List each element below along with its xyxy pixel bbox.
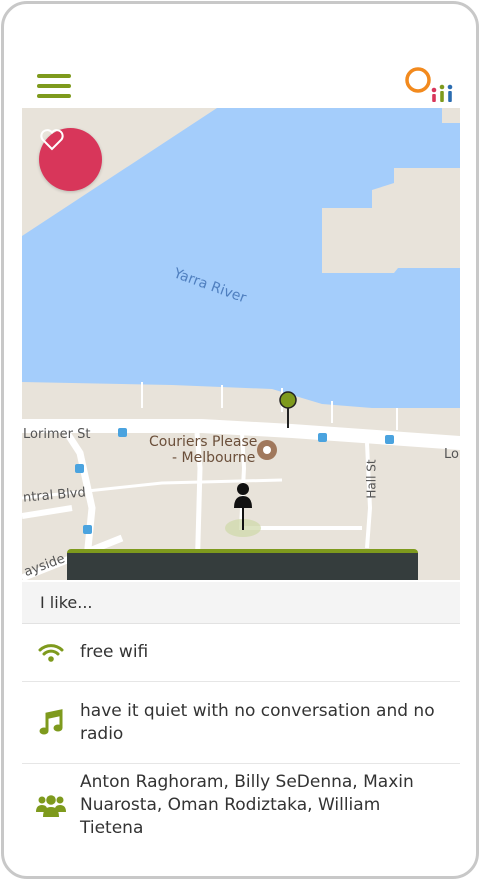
heart-icon — [40, 129, 64, 151]
map-label-lorimer-right: Lo — [444, 447, 459, 462]
top-bar — [4, 4, 476, 108]
map-label-business-1: Couriers Please — [149, 434, 258, 450]
preference-item-wifi: free wifi — [22, 624, 460, 682]
hamburger-menu-icon[interactable] — [37, 74, 73, 100]
favorite-button[interactable] — [39, 128, 102, 191]
user-location-icon — [234, 483, 252, 530]
group-icon — [22, 794, 80, 818]
preference-label: free wifi — [80, 642, 149, 662]
preference-item-quiet: have it quiet with no conversation and n… — [22, 683, 460, 764]
destination-pin-icon[interactable] — [276, 390, 300, 430]
wifi-icon — [22, 643, 80, 663]
preferences-heading: I like... — [22, 582, 460, 624]
phone-frame: Yarra River Lorimer St Lo Couriers Pleas… — [1, 1, 479, 879]
map-label-lorimer-left: Lorimer St — [23, 427, 91, 442]
preference-label: have it quiet with no conversation and n… — [80, 701, 435, 744]
map-label-hall: Hall St — [364, 459, 379, 499]
map-label-business-2: - Melbourne — [172, 450, 256, 466]
preference-label: Anton Raghoram, Billy SeDenna, Maxin Nua… — [80, 772, 414, 838]
map-view[interactable]: Yarra River Lorimer St Lo Couriers Pleas… — [22, 108, 460, 580]
preference-item-group: Anton Raghoram, Billy SeDenna, Maxin Nua… — [22, 765, 460, 846]
music-note-icon — [22, 709, 80, 737]
app-logo — [402, 66, 458, 106]
bottom-sheet-handle[interactable] — [67, 549, 418, 580]
